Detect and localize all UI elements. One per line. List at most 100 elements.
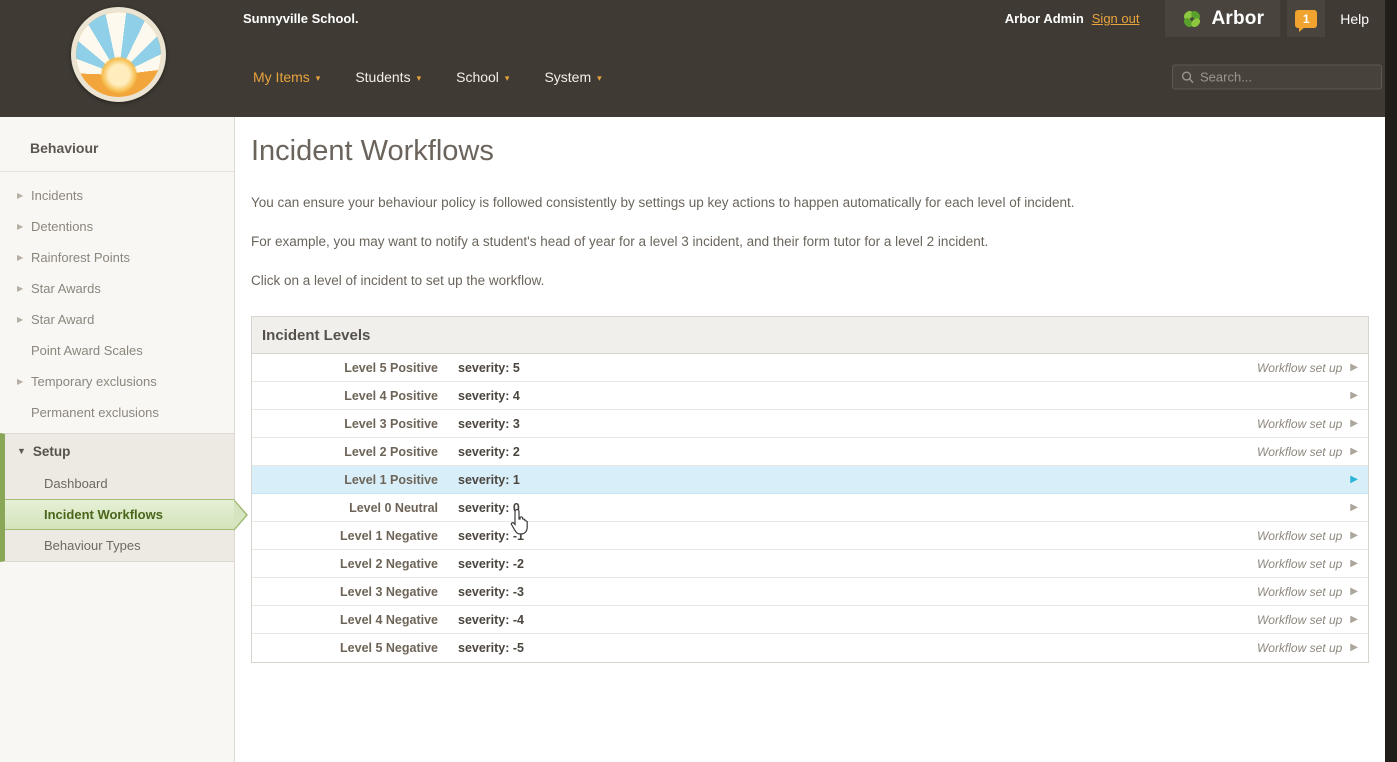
row-right: Workflow set up ▶ (1257, 529, 1358, 543)
sidebar-item-label: Permanent exclusions (31, 405, 159, 420)
level-severity: severity: 0 (458, 500, 520, 515)
level-name: Level 3 Positive (344, 416, 438, 431)
nav-menu-item[interactable]: System ▾ (544, 69, 601, 85)
level-name: Level 0 Neutral (349, 500, 438, 515)
row-right: Workflow set up ▶ (1257, 613, 1358, 627)
sidebar-item[interactable]: ▶ Star Awards (0, 273, 234, 304)
page: Sunnyville School. Arbor Admin Sign out … (0, 0, 1397, 762)
main-content: Incident Workflows You can ensure your b… (235, 117, 1385, 762)
search-input[interactable] (1200, 69, 1376, 85)
incident-level-row[interactable]: Level 4 Positive severity: 4 ▶ (252, 382, 1368, 410)
sidebar-item-label: Point Award Scales (31, 343, 143, 358)
sidebar-item[interactable]: ▶ Star Award (0, 304, 234, 335)
nav-item-label: School (456, 69, 499, 85)
level-severity: severity: 1 (458, 472, 520, 487)
row-arrow-icon: ▶ (1350, 585, 1358, 597)
row-arrow-icon: ▶ (1350, 361, 1358, 373)
nav-menu-item[interactable]: Students ▾ (355, 69, 421, 85)
row-arrow-icon: ▶ (1350, 389, 1358, 401)
row-arrow-icon: ▶ (1350, 501, 1358, 513)
incident-level-row[interactable]: Level 2 Positive severity: 2 Workflow se… (252, 438, 1368, 466)
help-link[interactable]: Help (1340, 11, 1369, 27)
intro-paragraph-1: You can ensure your behaviour policy is … (251, 195, 1075, 210)
workflow-status: Workflow set up (1256, 360, 1343, 375)
level-name: Level 5 Negative (340, 641, 438, 655)
workflow-status: Workflow set up (1256, 528, 1343, 543)
page-title: Incident Workflows (251, 135, 494, 167)
sidebar-item[interactable]: ▶ Point Award Scales (0, 335, 234, 366)
arbor-leaf-icon (1181, 8, 1203, 30)
nav-menu: My Items ▾ Students ▾ School ▾ System ▾ (253, 37, 602, 117)
user-name: Arbor Admin (1004, 11, 1084, 26)
level-severity: severity: 5 (458, 360, 520, 375)
nav-menu-item[interactable]: School ▾ (456, 69, 509, 85)
incident-level-row[interactable]: Level 3 Positive severity: 3 Workflow se… (252, 410, 1368, 438)
app-header: Sunnyville School. Arbor Admin Sign out … (0, 0, 1385, 117)
intro-paragraph-3: Click on a level of incident to set up t… (251, 273, 545, 288)
arbor-brand-label: Arbor (1211, 7, 1265, 29)
sidebar-item[interactable]: ▶ Permanent exclusions (0, 397, 234, 428)
sidebar-item[interactable]: ▶ Incidents (0, 180, 234, 211)
intro-paragraph-2: For example, you may want to notify a st… (251, 234, 989, 249)
level-severity: severity: -5 (458, 641, 525, 655)
row-right: Workflow set up ▶ (1257, 641, 1358, 655)
sidebar-title: Behaviour (30, 140, 99, 156)
row-right: Workflow set up ▶ (1257, 585, 1358, 599)
incident-level-row[interactable]: Level 5 Negative severity: -5 Workflow s… (252, 634, 1368, 662)
level-severity: severity: 4 (458, 388, 520, 403)
row-right: Workflow set up ▶ (1257, 361, 1358, 375)
level-name: Level 1 Negative (340, 528, 438, 543)
notifications-button[interactable]: 1 (1287, 0, 1326, 37)
sign-out-link[interactable]: Sign out (1092, 11, 1140, 26)
caret-down-icon: ▾ (597, 72, 602, 83)
row-arrow-icon: ▶ (1350, 557, 1358, 569)
level-severity: severity: -2 (458, 556, 525, 571)
sidebar-item[interactable]: ▶ Temporary exclusions (0, 366, 234, 397)
incident-levels-body: Level 5 Positive severity: 5 Workflow se… (252, 354, 1368, 662)
panel-title: Incident Levels (262, 326, 371, 344)
nav-menu-item[interactable]: My Items ▾ (253, 69, 320, 85)
chevron-right-icon: ▶ (17, 315, 24, 324)
setup-section: ▼ Setup Dashboard Incident Workflows Beh… (0, 433, 234, 562)
nav-item-label: System (544, 69, 592, 85)
arbor-brand-button[interactable]: Arbor (1165, 0, 1281, 37)
level-name: Level 2 Negative (340, 556, 438, 571)
sidebar-item-setup[interactable]: ▼ Setup (5, 434, 234, 468)
row-arrow-icon: ▶ (1350, 529, 1358, 541)
sidebar-item[interactable]: ▶ Rainforest Points (0, 242, 234, 273)
row-arrow-icon: ▶ (1350, 445, 1358, 457)
row-right: Workflow set up ▶ (1257, 445, 1358, 459)
level-name: Level 4 Positive (344, 388, 438, 403)
caret-down-icon: ▾ (504, 72, 510, 83)
level-name: Level 3 Negative (340, 584, 438, 599)
setup-subitem[interactable]: Behaviour Types (5, 530, 234, 561)
incident-level-row[interactable]: Level 1 Negative severity: -1 Workflow s… (252, 522, 1368, 550)
setup-subitem[interactable]: Incident Workflows (5, 499, 234, 530)
row-right: Workflow set up ▶ (1257, 557, 1358, 571)
setup-subitem[interactable]: Dashboard (5, 468, 234, 499)
incident-level-row[interactable]: Level 3 Negative severity: -3 Workflow s… (252, 578, 1368, 606)
panel-header: Incident Levels (252, 317, 1368, 354)
row-right: Workflow set up ▶ (1257, 417, 1358, 431)
search-box (1172, 64, 1382, 90)
level-name: Level 4 Negative (340, 612, 438, 627)
incident-level-row[interactable]: Level 1 Positive severity: 1 ▶ (252, 466, 1368, 494)
sidebar-item[interactable]: ▶ Detentions (0, 211, 234, 242)
incident-level-row[interactable]: Level 0 Neutral severity: 0 ▶ (252, 494, 1368, 522)
chevron-right-icon: ▶ (17, 222, 24, 231)
incident-level-row[interactable]: Level 5 Positive severity: 5 Workflow se… (252, 354, 1368, 382)
level-name: Level 5 Positive (344, 360, 438, 375)
setup-subitem-label: Behaviour Types (44, 538, 141, 553)
chevron-right-icon: ▶ (17, 191, 24, 200)
level-severity: severity: 3 (458, 416, 520, 431)
notification-badge: 1 (1295, 9, 1318, 32)
workflow-status: Workflow set up (1256, 584, 1343, 599)
incident-level-row[interactable]: Level 4 Negative severity: -4 Workflow s… (252, 606, 1368, 634)
row-right: ▶ (1342, 389, 1358, 401)
caret-down-icon: ▾ (416, 72, 422, 83)
setup-label: Setup (32, 443, 71, 459)
incident-level-row[interactable]: Level 2 Negative severity: -2 Workflow s… (252, 550, 1368, 578)
setup-subitem-label: Dashboard (44, 476, 108, 491)
scrollbar[interactable] (1385, 0, 1397, 762)
level-name: Level 2 Positive (344, 444, 438, 459)
